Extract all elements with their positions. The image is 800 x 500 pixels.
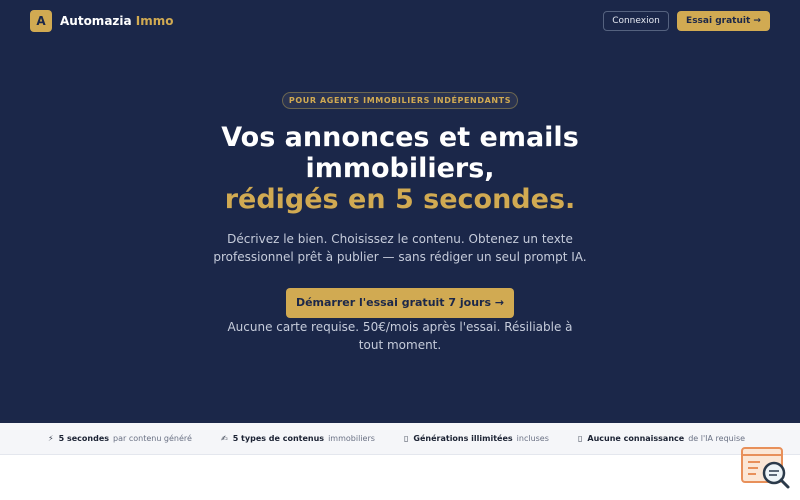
hero-title-highlight: rédigés en 5 secondes.: [224, 184, 576, 215]
login-button[interactable]: Connexion: [603, 11, 669, 31]
infinity-icon: ▯: [404, 434, 409, 443]
search-assistant-widget-icon[interactable]: [740, 446, 792, 490]
feature-unlimited-title: Générations illimitées: [413, 434, 513, 443]
brand-name[interactable]: Automazia Immo: [60, 13, 174, 29]
hero-title: Vos annonces et emails immobiliers, rédi…: [150, 122, 650, 215]
feature-speed-title: 5 secondes: [58, 434, 110, 443]
feature-content-types-text: immobiliers: [328, 434, 375, 443]
features-strip: ⚡ 5 secondes par contenu généré ✍ 5 types d…: [0, 423, 800, 455]
feature-unlimited-text: incluses: [516, 434, 549, 443]
hero-section: A Automazia Immo Connexion Essai gratuit…: [0, 0, 800, 423]
feature-content-types: ✍ 5 types de contenus immobiliers: [221, 433, 375, 445]
free-trial-nav-button[interactable]: Essai gratuit →: [677, 11, 770, 31]
logo-badge[interactable]: A: [30, 10, 52, 32]
feature-content-types-title: 5 types de contenus: [232, 434, 325, 443]
hero-title-line-2: immobiliers,: [305, 153, 495, 184]
feature-no-ai-knowledge: ▯ Aucune connaissance de l'IA requise: [578, 433, 745, 445]
start-free-trial-button[interactable]: Démarrer l'essai gratuit 7 jours →: [286, 288, 514, 318]
brand-name-accent: Immo: [135, 14, 174, 28]
feature-no-ai-knowledge-text: de l'IA requise: [688, 434, 746, 443]
hero-subtitle: Décrivez le bien. Choisissez le contenu.…: [213, 232, 587, 264]
audience-pill-badge: POUR AGENTS IMMOBILIERS INDÉPENDANTS: [282, 92, 518, 109]
lightning-icon: ⚡: [48, 434, 54, 443]
writing-hand-icon: ✍: [221, 434, 228, 443]
top-navbar: A Automazia Immo Connexion Essai gratuit…: [0, 0, 800, 42]
trial-terms-note: Aucune carte requise. 50€/mois après l'e…: [227, 320, 573, 352]
feature-unlimited: ▯ Générations illimitées incluses: [404, 433, 549, 445]
hero-title-line-1: Vos annonces et emails: [221, 122, 579, 153]
feature-speed: ⚡ 5 secondes par contenu généré: [48, 433, 192, 445]
feature-no-ai-knowledge-title: Aucune connaissance: [587, 434, 685, 443]
feature-speed-text: par contenu généré: [113, 434, 192, 443]
brand-name-main: Automazia: [60, 14, 132, 28]
target-icon: ▯: [578, 434, 583, 443]
